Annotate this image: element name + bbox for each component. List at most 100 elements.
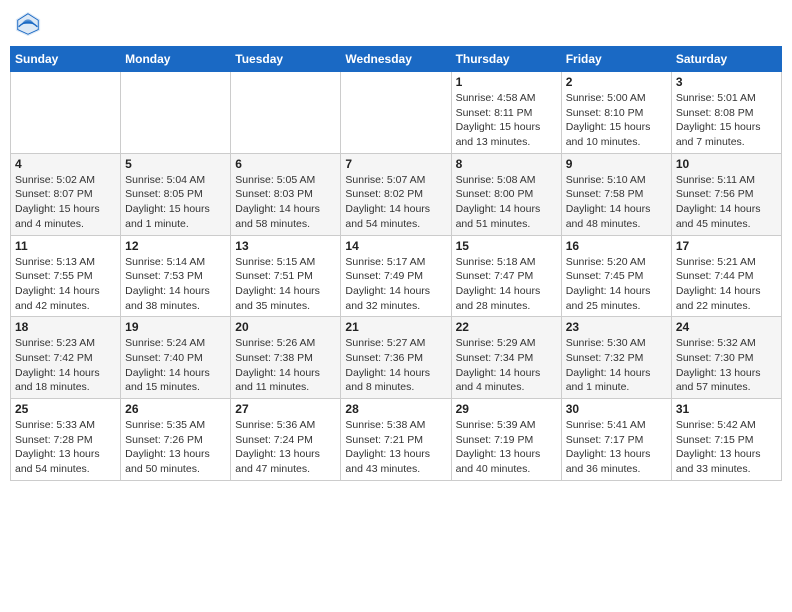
day-number: 24	[676, 320, 777, 334]
day-info: Sunrise: 5:08 AM Sunset: 8:00 PM Dayligh…	[456, 173, 557, 232]
calendar-cell	[121, 72, 231, 154]
calendar-cell: 25 Sunrise: 5:33 AM Sunset: 7:28 PM Dayli…	[11, 399, 121, 481]
day-number: 7	[345, 157, 446, 171]
calendar-cell	[341, 72, 451, 154]
day-number: 8	[456, 157, 557, 171]
calendar-cell: 1 Sunrise: 4:58 AM Sunset: 8:11 PM Daylig…	[451, 72, 561, 154]
day-info: Sunrise: 5:20 AM Sunset: 7:45 PM Dayligh…	[566, 255, 667, 314]
calendar-week-2: 4 Sunrise: 5:02 AM Sunset: 8:07 PM Daylig…	[11, 153, 782, 235]
day-info: Sunrise: 5:10 AM Sunset: 7:58 PM Dayligh…	[566, 173, 667, 232]
day-info: Sunrise: 5:14 AM Sunset: 7:53 PM Dayligh…	[125, 255, 226, 314]
day-number: 30	[566, 402, 667, 416]
day-info: Sunrise: 5:39 AM Sunset: 7:19 PM Dayligh…	[456, 418, 557, 477]
calendar-cell: 22 Sunrise: 5:29 AM Sunset: 7:34 PM Dayli…	[451, 317, 561, 399]
weekday-header-thursday: Thursday	[451, 47, 561, 72]
day-info: Sunrise: 5:17 AM Sunset: 7:49 PM Dayligh…	[345, 255, 446, 314]
day-info: Sunrise: 5:04 AM Sunset: 8:05 PM Dayligh…	[125, 173, 226, 232]
weekday-header-sunday: Sunday	[11, 47, 121, 72]
day-number: 12	[125, 239, 226, 253]
day-info: Sunrise: 5:41 AM Sunset: 7:17 PM Dayligh…	[566, 418, 667, 477]
calendar-cell	[11, 72, 121, 154]
weekday-header-row: SundayMondayTuesdayWednesdayThursdayFrid…	[11, 47, 782, 72]
calendar-cell: 11 Sunrise: 5:13 AM Sunset: 7:55 PM Dayli…	[11, 235, 121, 317]
calendar-cell: 10 Sunrise: 5:11 AM Sunset: 7:56 PM Dayli…	[671, 153, 781, 235]
day-info: Sunrise: 4:58 AM Sunset: 8:11 PM Dayligh…	[456, 91, 557, 150]
day-info: Sunrise: 5:35 AM Sunset: 7:26 PM Dayligh…	[125, 418, 226, 477]
day-number: 16	[566, 239, 667, 253]
calendar-cell: 2 Sunrise: 5:00 AM Sunset: 8:10 PM Daylig…	[561, 72, 671, 154]
calendar-week-1: 1 Sunrise: 4:58 AM Sunset: 8:11 PM Daylig…	[11, 72, 782, 154]
calendar-cell: 27 Sunrise: 5:36 AM Sunset: 7:24 PM Dayli…	[231, 399, 341, 481]
day-info: Sunrise: 5:26 AM Sunset: 7:38 PM Dayligh…	[235, 336, 336, 395]
day-info: Sunrise: 5:02 AM Sunset: 8:07 PM Dayligh…	[15, 173, 116, 232]
logo	[14, 10, 46, 38]
calendar-cell: 4 Sunrise: 5:02 AM Sunset: 8:07 PM Daylig…	[11, 153, 121, 235]
day-number: 21	[345, 320, 446, 334]
day-info: Sunrise: 5:33 AM Sunset: 7:28 PM Dayligh…	[15, 418, 116, 477]
day-info: Sunrise: 5:32 AM Sunset: 7:30 PM Dayligh…	[676, 336, 777, 395]
day-number: 13	[235, 239, 336, 253]
weekday-header-friday: Friday	[561, 47, 671, 72]
day-number: 9	[566, 157, 667, 171]
day-number: 5	[125, 157, 226, 171]
day-info: Sunrise: 5:38 AM Sunset: 7:21 PM Dayligh…	[345, 418, 446, 477]
day-number: 17	[676, 239, 777, 253]
calendar-cell	[231, 72, 341, 154]
calendar-cell: 13 Sunrise: 5:15 AM Sunset: 7:51 PM Dayli…	[231, 235, 341, 317]
day-number: 31	[676, 402, 777, 416]
day-info: Sunrise: 5:00 AM Sunset: 8:10 PM Dayligh…	[566, 91, 667, 150]
day-info: Sunrise: 5:18 AM Sunset: 7:47 PM Dayligh…	[456, 255, 557, 314]
calendar-cell: 28 Sunrise: 5:38 AM Sunset: 7:21 PM Dayli…	[341, 399, 451, 481]
calendar-cell: 7Sunrise: 5:07 AM Sunset: 8:02 PM Daylig…	[341, 153, 451, 235]
day-number: 27	[235, 402, 336, 416]
day-number: 10	[676, 157, 777, 171]
calendar-cell: 24 Sunrise: 5:32 AM Sunset: 7:30 PM Dayli…	[671, 317, 781, 399]
calendar-cell: 5 Sunrise: 5:04 AM Sunset: 8:05 PM Daylig…	[121, 153, 231, 235]
calendar-cell: 8 Sunrise: 5:08 AM Sunset: 8:00 PM Daylig…	[451, 153, 561, 235]
day-info: Sunrise: 5:15 AM Sunset: 7:51 PM Dayligh…	[235, 255, 336, 314]
calendar-cell: 16 Sunrise: 5:20 AM Sunset: 7:45 PM Dayli…	[561, 235, 671, 317]
day-number: 6	[235, 157, 336, 171]
day-number: 18	[15, 320, 116, 334]
calendar-cell: 14Sunrise: 5:17 AM Sunset: 7:49 PM Dayli…	[341, 235, 451, 317]
calendar-week-4: 18 Sunrise: 5:23 AM Sunset: 7:42 PM Dayli…	[11, 317, 782, 399]
day-number: 25	[15, 402, 116, 416]
calendar-cell: 31 Sunrise: 5:42 AM Sunset: 7:15 PM Dayli…	[671, 399, 781, 481]
weekday-header-wednesday: Wednesday	[341, 47, 451, 72]
day-info: Sunrise: 5:36 AM Sunset: 7:24 PM Dayligh…	[235, 418, 336, 477]
calendar-cell: 23Sunrise: 5:30 AM Sunset: 7:32 PM Dayli…	[561, 317, 671, 399]
day-info: Sunrise: 5:23 AM Sunset: 7:42 PM Dayligh…	[15, 336, 116, 395]
weekday-header-monday: Monday	[121, 47, 231, 72]
day-info: Sunrise: 5:01 AM Sunset: 8:08 PM Dayligh…	[676, 91, 777, 150]
day-info: Sunrise: 5:42 AM Sunset: 7:15 PM Dayligh…	[676, 418, 777, 477]
day-info: Sunrise: 5:29 AM Sunset: 7:34 PM Dayligh…	[456, 336, 557, 395]
weekday-header-saturday: Saturday	[671, 47, 781, 72]
calendar-table: SundayMondayTuesdayWednesdayThursdayFrid…	[10, 46, 782, 481]
day-number: 19	[125, 320, 226, 334]
calendar-cell: 18 Sunrise: 5:23 AM Sunset: 7:42 PM Dayli…	[11, 317, 121, 399]
calendar-cell: 20 Sunrise: 5:26 AM Sunset: 7:38 PM Dayli…	[231, 317, 341, 399]
day-number: 22	[456, 320, 557, 334]
day-number: 15	[456, 239, 557, 253]
day-number: 20	[235, 320, 336, 334]
day-info: Sunrise: 5:30 AM Sunset: 7:32 PM Dayligh…	[566, 336, 667, 395]
calendar-cell: 17 Sunrise: 5:21 AM Sunset: 7:44 PM Dayli…	[671, 235, 781, 317]
calendar-cell: 29 Sunrise: 5:39 AM Sunset: 7:19 PM Dayli…	[451, 399, 561, 481]
day-info: Sunrise: 5:11 AM Sunset: 7:56 PM Dayligh…	[676, 173, 777, 232]
calendar-cell: 9 Sunrise: 5:10 AM Sunset: 7:58 PM Daylig…	[561, 153, 671, 235]
day-number: 26	[125, 402, 226, 416]
weekday-header-tuesday: Tuesday	[231, 47, 341, 72]
day-number: 2	[566, 75, 667, 89]
calendar-cell: 19Sunrise: 5:24 AM Sunset: 7:40 PM Dayli…	[121, 317, 231, 399]
day-number: 11	[15, 239, 116, 253]
day-number: 4	[15, 157, 116, 171]
day-number: 29	[456, 402, 557, 416]
day-info: Sunrise: 5:27 AM Sunset: 7:36 PM Dayligh…	[345, 336, 446, 395]
day-info: Sunrise: 5:13 AM Sunset: 7:55 PM Dayligh…	[15, 255, 116, 314]
calendar-cell: 30 Sunrise: 5:41 AM Sunset: 7:17 PM Dayli…	[561, 399, 671, 481]
day-number: 28	[345, 402, 446, 416]
day-number: 1	[456, 75, 557, 89]
calendar-cell: 12 Sunrise: 5:14 AM Sunset: 7:53 PM Dayli…	[121, 235, 231, 317]
day-info: Sunrise: 5:21 AM Sunset: 7:44 PM Dayligh…	[676, 255, 777, 314]
calendar-cell: 15 Sunrise: 5:18 AM Sunset: 7:47 PM Dayli…	[451, 235, 561, 317]
